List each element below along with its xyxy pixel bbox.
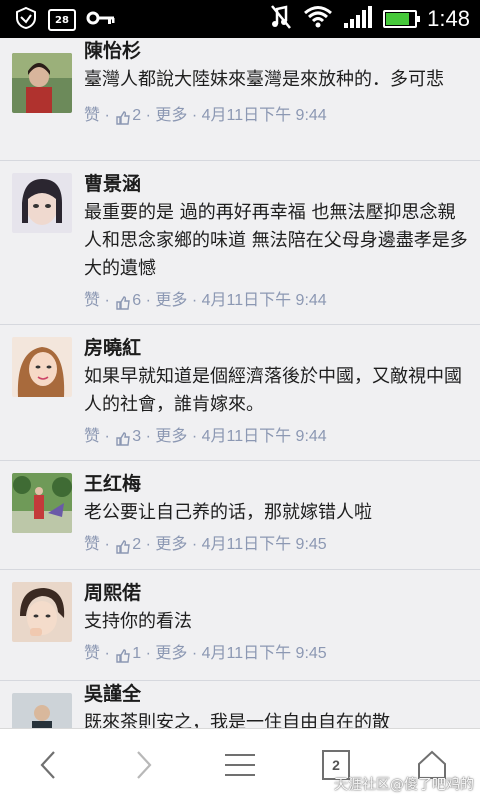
- separator: ·: [141, 292, 156, 309]
- like-count: 2: [132, 536, 142, 553]
- comment-meta: 赞 · 3 · 更多 · 4月11日下午 9:44: [84, 425, 470, 449]
- like-count: 3: [132, 428, 142, 445]
- more-link[interactable]: 更多: [155, 533, 187, 557]
- comment-text: 既來茶則安之，我是一住自由自在的散: [84, 712, 390, 728]
- separator: ·: [187, 536, 202, 553]
- avatar[interactable]: [12, 53, 72, 113]
- separator: ·: [141, 107, 156, 124]
- comment-author[interactable]: 陳怡杉: [84, 40, 470, 64]
- comment-meta: 赞 · 2 · 更多 · 4月11日下午 9:45: [84, 533, 470, 557]
- like-count: 6: [132, 292, 142, 309]
- status-time: 1:48: [427, 6, 470, 31]
- comment-item: 房曉紅 如果早就知道是個經濟落後於中國，又敵視中國人的社會，誰肯嫁來。 赞 · …: [0, 325, 480, 461]
- separator: ·: [100, 645, 115, 662]
- avatar[interactable]: [12, 582, 72, 642]
- sim-chip-icon: 28: [48, 9, 76, 31]
- comment-author[interactable]: 房曉紅: [84, 337, 470, 361]
- like-link[interactable]: 赞: [84, 533, 100, 557]
- comment-item: 曹景涵 最重要的是 過的再好再幸福 也無法壓抑思念親人和思念家鄉的味道 無法陪在…: [0, 161, 480, 325]
- comment-item: 周熙偌 支持你的看法 赞 · 1 · 更多 · 4月11日下午 9:45: [0, 570, 480, 681]
- separator: ·: [141, 645, 156, 662]
- comment-time: 4月11日下午 9:45: [201, 645, 327, 662]
- separator: ·: [187, 292, 202, 309]
- like-count: 2: [132, 107, 142, 124]
- comment-text: 支持你的看法: [84, 611, 192, 632]
- separator: ·: [100, 292, 115, 309]
- separator: ·: [100, 428, 115, 445]
- thumbs-up-icon: [116, 294, 131, 310]
- battery-level: [386, 13, 409, 25]
- separator: ·: [187, 428, 202, 445]
- forward-button[interactable]: [124, 747, 164, 783]
- chevron-left-icon: [40, 751, 55, 779]
- comment-meta: 赞 · 1 · 更多 · 4月11日下午 9:45: [84, 642, 470, 666]
- like-link[interactable]: 赞: [84, 289, 100, 313]
- chevron-right-icon: [137, 751, 152, 779]
- back-button[interactable]: [28, 747, 68, 783]
- comment-text: 臺灣人都說大陸妹來臺灣是來放种的．多可悲: [84, 69, 444, 90]
- comment-time: 4月11日下午 9:44: [201, 107, 327, 124]
- menu-icon: [225, 754, 255, 776]
- menu-button[interactable]: [220, 747, 260, 783]
- comment-item: 陳怡杉 臺灣人都說大陸妹來臺灣是來放种的．多可悲 赞 · 2 · 更多 · 4月…: [0, 38, 480, 161]
- comment-text: 最重要的是 過的再好再幸福 也無法壓抑思念親人和思念家鄉的味道 無法陪在父母身邊…: [84, 202, 468, 279]
- separator: ·: [100, 107, 115, 124]
- mute-icon: [269, 4, 293, 34]
- wifi-icon: [303, 5, 333, 33]
- more-link[interactable]: 更多: [155, 425, 187, 449]
- comment-author[interactable]: 曹景涵: [84, 173, 470, 197]
- battery-icon: [383, 10, 421, 28]
- separator: ·: [141, 536, 156, 553]
- separator: ·: [100, 536, 115, 553]
- like-link[interactable]: 赞: [84, 425, 100, 449]
- comment-item: 王红梅 老公要让自己养的话，那就嫁错人啦 赞 · 2 · 更多 · 4月11日下…: [0, 461, 480, 570]
- comment-text: 如果早就知道是個經濟落後於中國，又敵視中國人的社會，誰肯嫁來。: [84, 366, 462, 415]
- thumbs-up-icon: [116, 647, 131, 663]
- thumbs-up-icon: [116, 109, 131, 125]
- comment-time: 4月11日下午 9:45: [201, 536, 327, 553]
- comment-feed[interactable]: 陳怡杉 臺灣人都說大陸妹來臺灣是來放种的．多可悲 赞 · 2 · 更多 · 4月…: [0, 38, 480, 728]
- separator: ·: [187, 645, 202, 662]
- separator: ·: [141, 428, 156, 445]
- comment-time: 4月11日下午 9:44: [201, 292, 327, 309]
- comment-author[interactable]: 吳謹全: [84, 683, 470, 707]
- thumbs-up-icon: [116, 538, 131, 554]
- shield-icon: [14, 6, 38, 34]
- avatar[interactable]: [12, 473, 72, 533]
- more-link[interactable]: 更多: [155, 289, 187, 313]
- comment-meta: 赞 · 6 · 更多 · 4月11日下午 9:44: [84, 289, 470, 313]
- comment-author[interactable]: 王红梅: [84, 473, 470, 497]
- avatar[interactable]: [12, 337, 72, 397]
- comment-text: 老公要让自己养的话，那就嫁错人啦: [84, 502, 372, 523]
- bottom-navigation: 2 天涯社区@傻了吧鸡的: [0, 728, 480, 800]
- avatar[interactable]: [12, 173, 72, 233]
- watermark: 天涯社区@傻了吧鸡的: [334, 777, 474, 793]
- like-link[interactable]: 赞: [84, 642, 100, 666]
- more-link[interactable]: 更多: [155, 642, 187, 666]
- separator: ·: [187, 107, 202, 124]
- tab-count: 2: [332, 757, 340, 773]
- status-bar: 28 1:48: [0, 0, 480, 38]
- comment-item: 吳謹全 既來茶則安之，我是一住自由自在的散: [0, 681, 480, 728]
- comment-meta: 赞 · 2 · 更多 · 4月11日下午 9:44: [84, 104, 470, 128]
- key-icon: [86, 10, 116, 30]
- avatar[interactable]: [12, 693, 72, 728]
- signal-icon: [343, 5, 373, 33]
- comment-author[interactable]: 周熙偌: [84, 582, 470, 606]
- thumbs-up-icon: [116, 430, 131, 446]
- more-link[interactable]: 更多: [155, 104, 187, 128]
- like-count: 1: [132, 645, 142, 662]
- like-link[interactable]: 赞: [84, 104, 100, 128]
- comment-time: 4月11日下午 9:44: [201, 428, 327, 445]
